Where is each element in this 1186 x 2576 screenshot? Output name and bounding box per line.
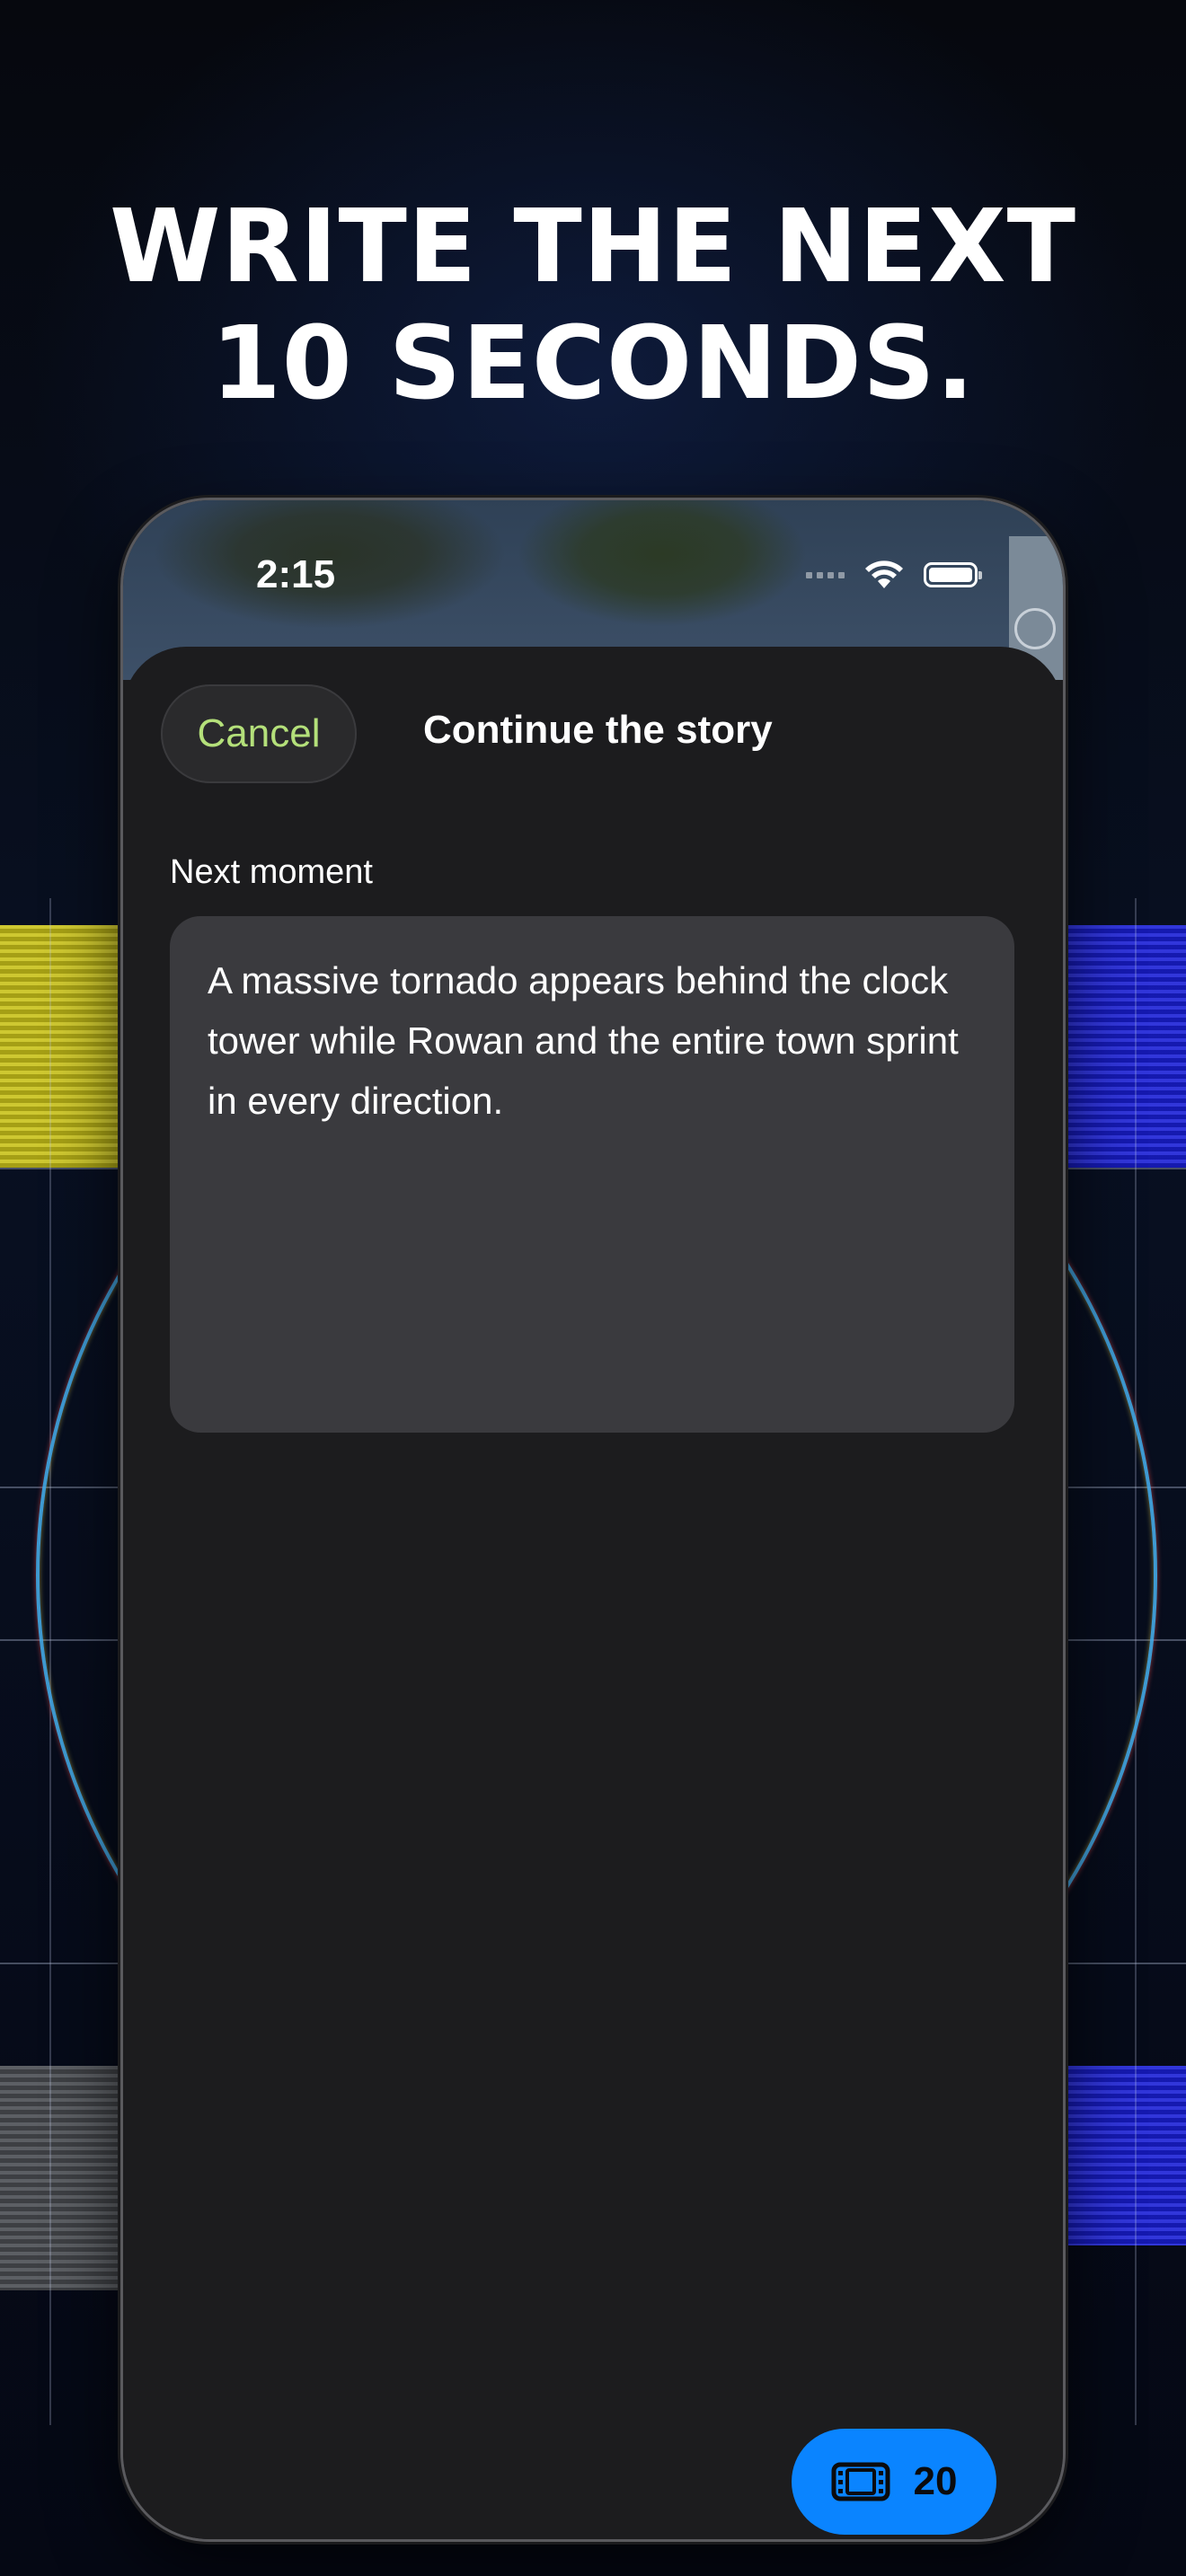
bg-stripe-gray-left: [0, 2066, 123, 2290]
headline-line-1: WRITE THE NEXT: [110, 189, 1076, 305]
bg-stripe-blue-right-lower: [1063, 2066, 1186, 2245]
credit-count: 20: [913, 2459, 958, 2503]
page-headline: WRITE THE NEXT 10 SECONDS.: [0, 189, 1186, 422]
story-sheet: Cancel Continue the story Next moment A …: [123, 647, 1063, 2539]
generate-credits-button[interactable]: 20: [792, 2429, 996, 2535]
sheet-title: Continue the story: [423, 708, 773, 752]
signal-dots-icon: [806, 571, 845, 578]
cancel-button[interactable]: Cancel: [161, 684, 357, 783]
bg-stripe-yellow-left: [0, 925, 123, 1168]
wifi-icon: [865, 560, 903, 588]
status-time: 2:15: [256, 552, 336, 596]
phone-frame: 2:15 Cancel Continue the story Next mome…: [123, 500, 1063, 2539]
battery-icon: [924, 562, 982, 587]
film-icon: [831, 2462, 890, 2501]
next-moment-input[interactable]: A massive tornado appears behind the clo…: [170, 916, 1014, 1433]
bg-stripe-blue-right: [1063, 925, 1186, 1168]
clock-face: [1014, 608, 1056, 649]
next-moment-label: Next moment: [170, 853, 373, 891]
headline-line-2: 10 SECONDS.: [210, 305, 976, 422]
status-icons: [806, 560, 982, 590]
